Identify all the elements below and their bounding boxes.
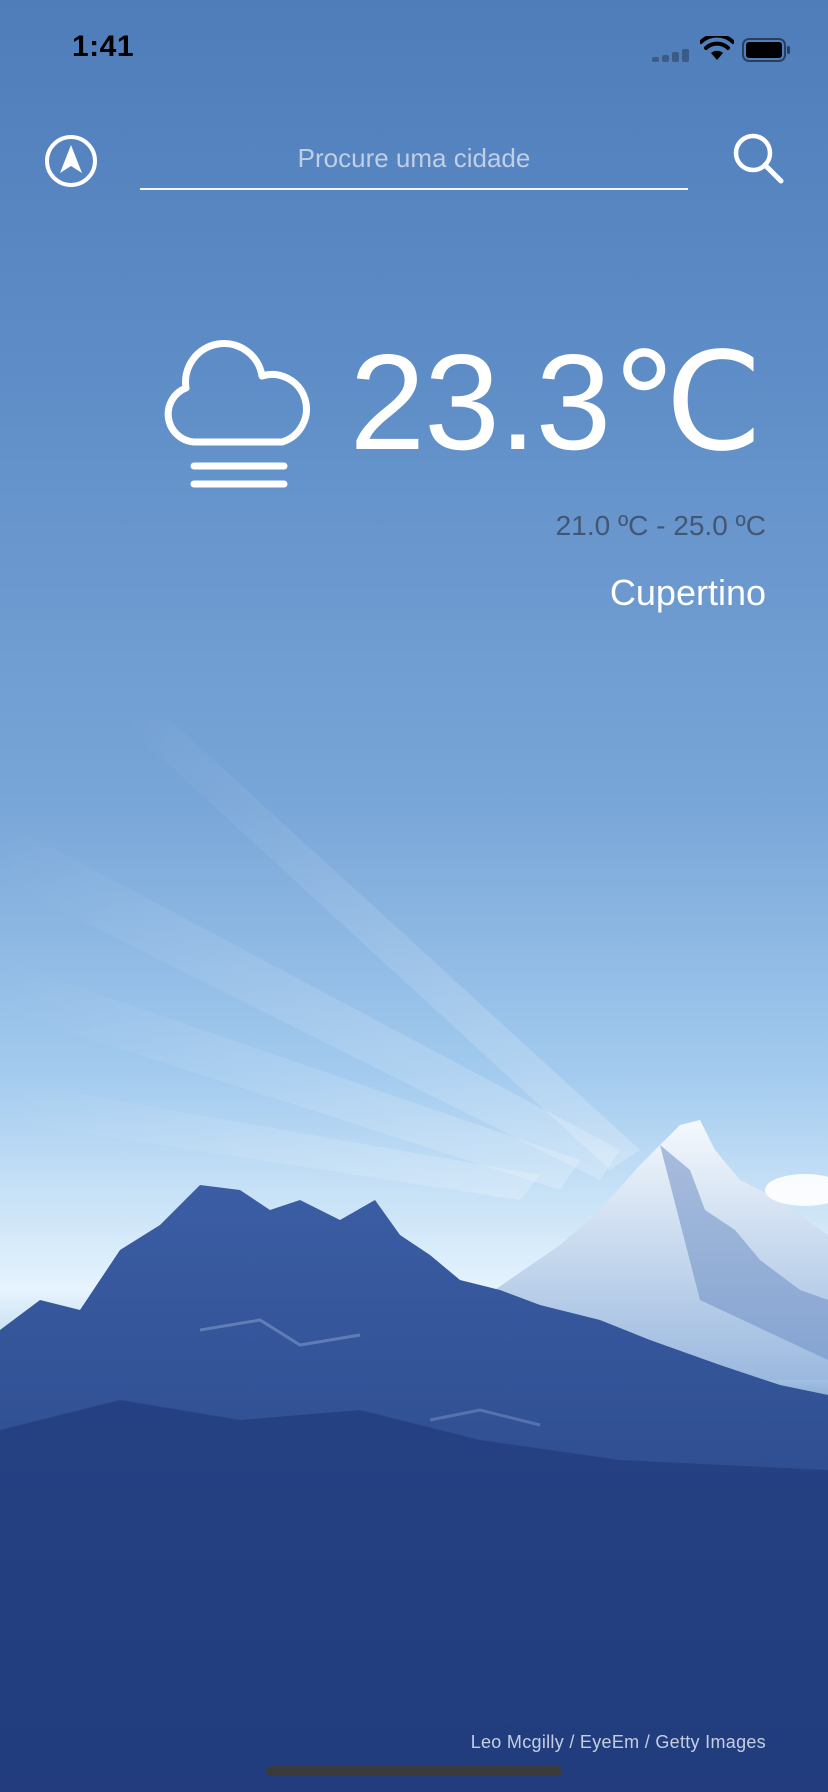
magnifier-icon <box>733 133 784 184</box>
status-time: 1:41 <box>72 30 135 63</box>
fog-cloud-icon <box>164 340 310 488</box>
photo-credit: Leo Mcgilly / EyeEm / Getty Images <box>470 1732 766 1752</box>
current-location-button[interactable] <box>44 134 98 188</box>
home-indicator[interactable] <box>266 1766 562 1776</box>
wifi-icon <box>700 36 734 60</box>
city-search-input[interactable] <box>140 132 688 184</box>
city-name: Cupertino <box>609 572 766 613</box>
mountain-landscape-photo <box>0 1120 828 1792</box>
city-search-field <box>140 132 688 190</box>
status-bar: 1:41 <box>0 0 828 96</box>
current-temperature: 23.3℃ <box>349 326 763 478</box>
cellular-signal-icon <box>652 48 692 62</box>
search-button[interactable] <box>730 130 786 186</box>
temperature-range: 21.0 ºC - 25.0 ºC <box>555 510 766 541</box>
battery-icon <box>742 38 790 62</box>
navigation-arrow-icon <box>45 135 97 187</box>
